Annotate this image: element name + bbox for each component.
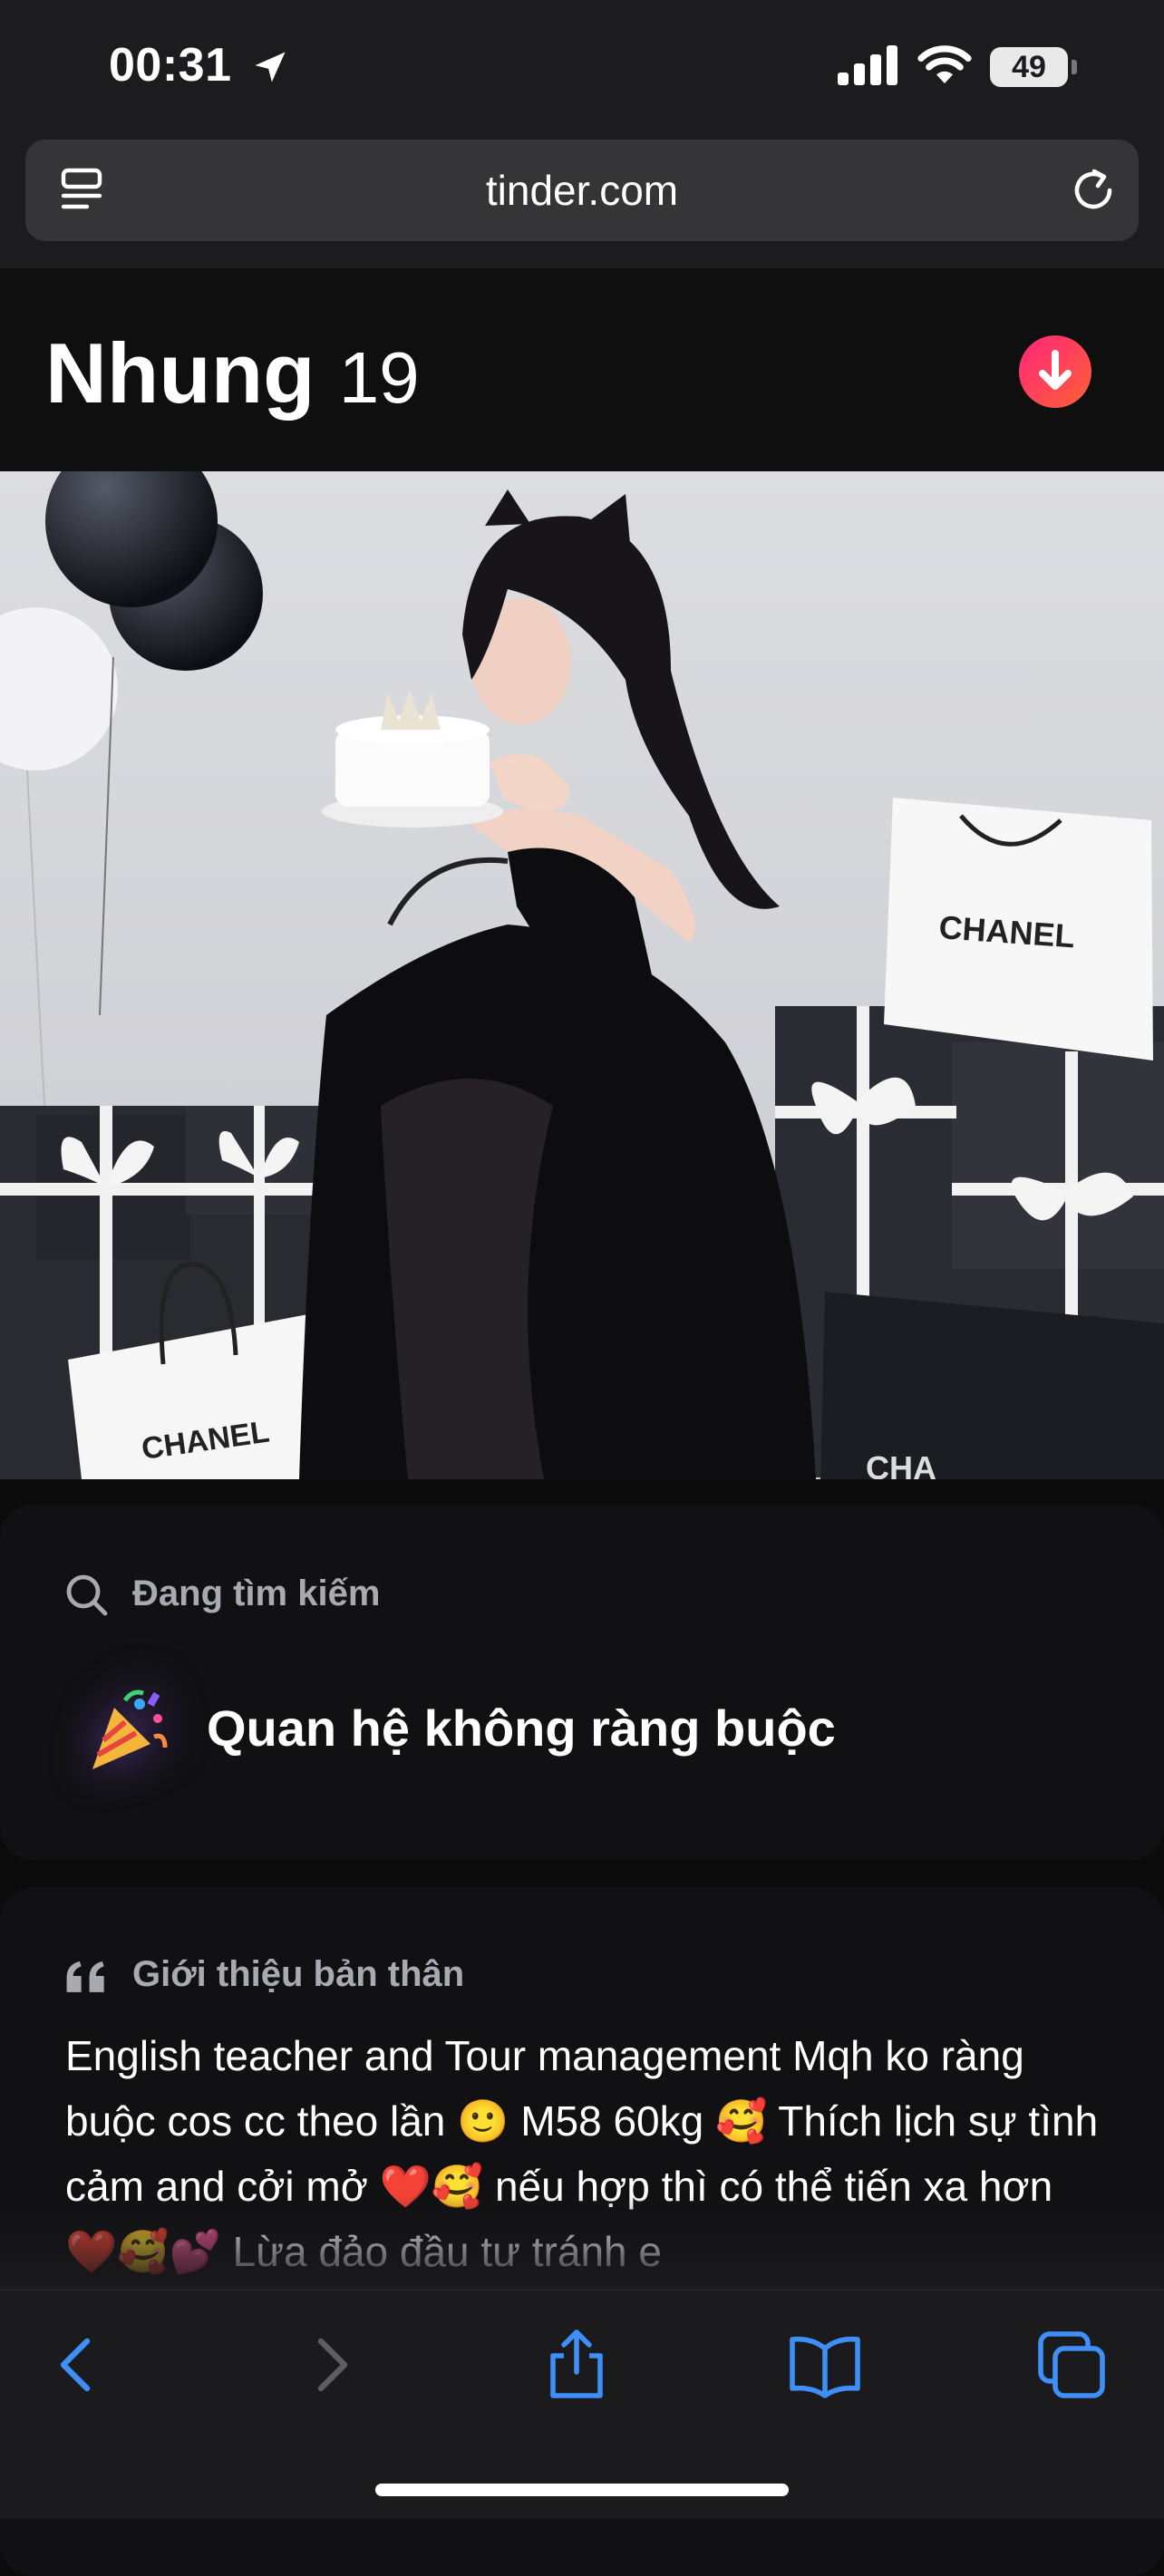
- tabs-icon: [1038, 2331, 1105, 2398]
- cellular-signal-icon: [838, 45, 897, 85]
- share-button[interactable]: [538, 2327, 615, 2403]
- address-bar[interactable]: tinder.com: [25, 140, 1139, 241]
- bookmarks-button[interactable]: [787, 2327, 863, 2403]
- shopping-bag-bottom-right: CHA: [820, 1292, 1164, 1479]
- looking-for-value: Quan hệ không ràng buộc: [207, 1700, 836, 1757]
- share-icon: [550, 2329, 603, 2398]
- bag-brand-bottom-right: CHA: [866, 1449, 936, 1479]
- arrow-down-icon: [1039, 350, 1072, 390]
- reload-icon[interactable]: [1068, 165, 1119, 216]
- home-indicator: [375, 2484, 789, 2496]
- wifi-icon: [917, 45, 972, 83]
- back-icon: [60, 2338, 91, 2392]
- status-time: 00:31: [109, 39, 232, 92]
- forward-icon: [317, 2338, 348, 2392]
- forward-button[interactable]: [292, 2327, 368, 2403]
- tabs-button[interactable]: [1033, 2327, 1110, 2403]
- quote-icon: [66, 1961, 104, 1992]
- photo-illustration: CHANEL CHANEL CHA: [0, 471, 1164, 1479]
- battery-indicator: 49: [990, 47, 1068, 87]
- status-bar: 00:31 49: [0, 0, 1164, 138]
- party-popper-icon: [92, 1690, 168, 1769]
- looking-for-card: Đang tìm kiếm Quan hệ không ràng buộc: [0, 1505, 1164, 1860]
- bio-fade: [0, 2193, 1164, 2293]
- shopping-bag-top-right: CHANEL: [884, 798, 1153, 1060]
- profile-photo[interactable]: CHANEL CHANEL CHA: [0, 471, 1164, 1479]
- collapse-profile-button[interactable]: [1019, 335, 1091, 408]
- bio-label: Giới thiệu bản thân: [132, 1954, 465, 1994]
- profile-header: Nhung 19: [0, 268, 1164, 471]
- search-icon: [66, 1574, 108, 1616]
- profile-age: 19: [338, 337, 420, 418]
- back-button[interactable]: [40, 2327, 116, 2403]
- url-text[interactable]: tinder.com: [25, 140, 1139, 241]
- browser-address-area: tinder.com: [0, 138, 1164, 268]
- battery-tip: [1072, 60, 1077, 74]
- looking-for-label: Đang tìm kiếm: [132, 1574, 381, 1613]
- bookmarks-icon: [790, 2336, 860, 2398]
- profile-name: Nhung: [45, 325, 315, 421]
- profile-name-age: Nhung 19: [45, 324, 420, 422]
- location-arrow-icon: [255, 52, 286, 82]
